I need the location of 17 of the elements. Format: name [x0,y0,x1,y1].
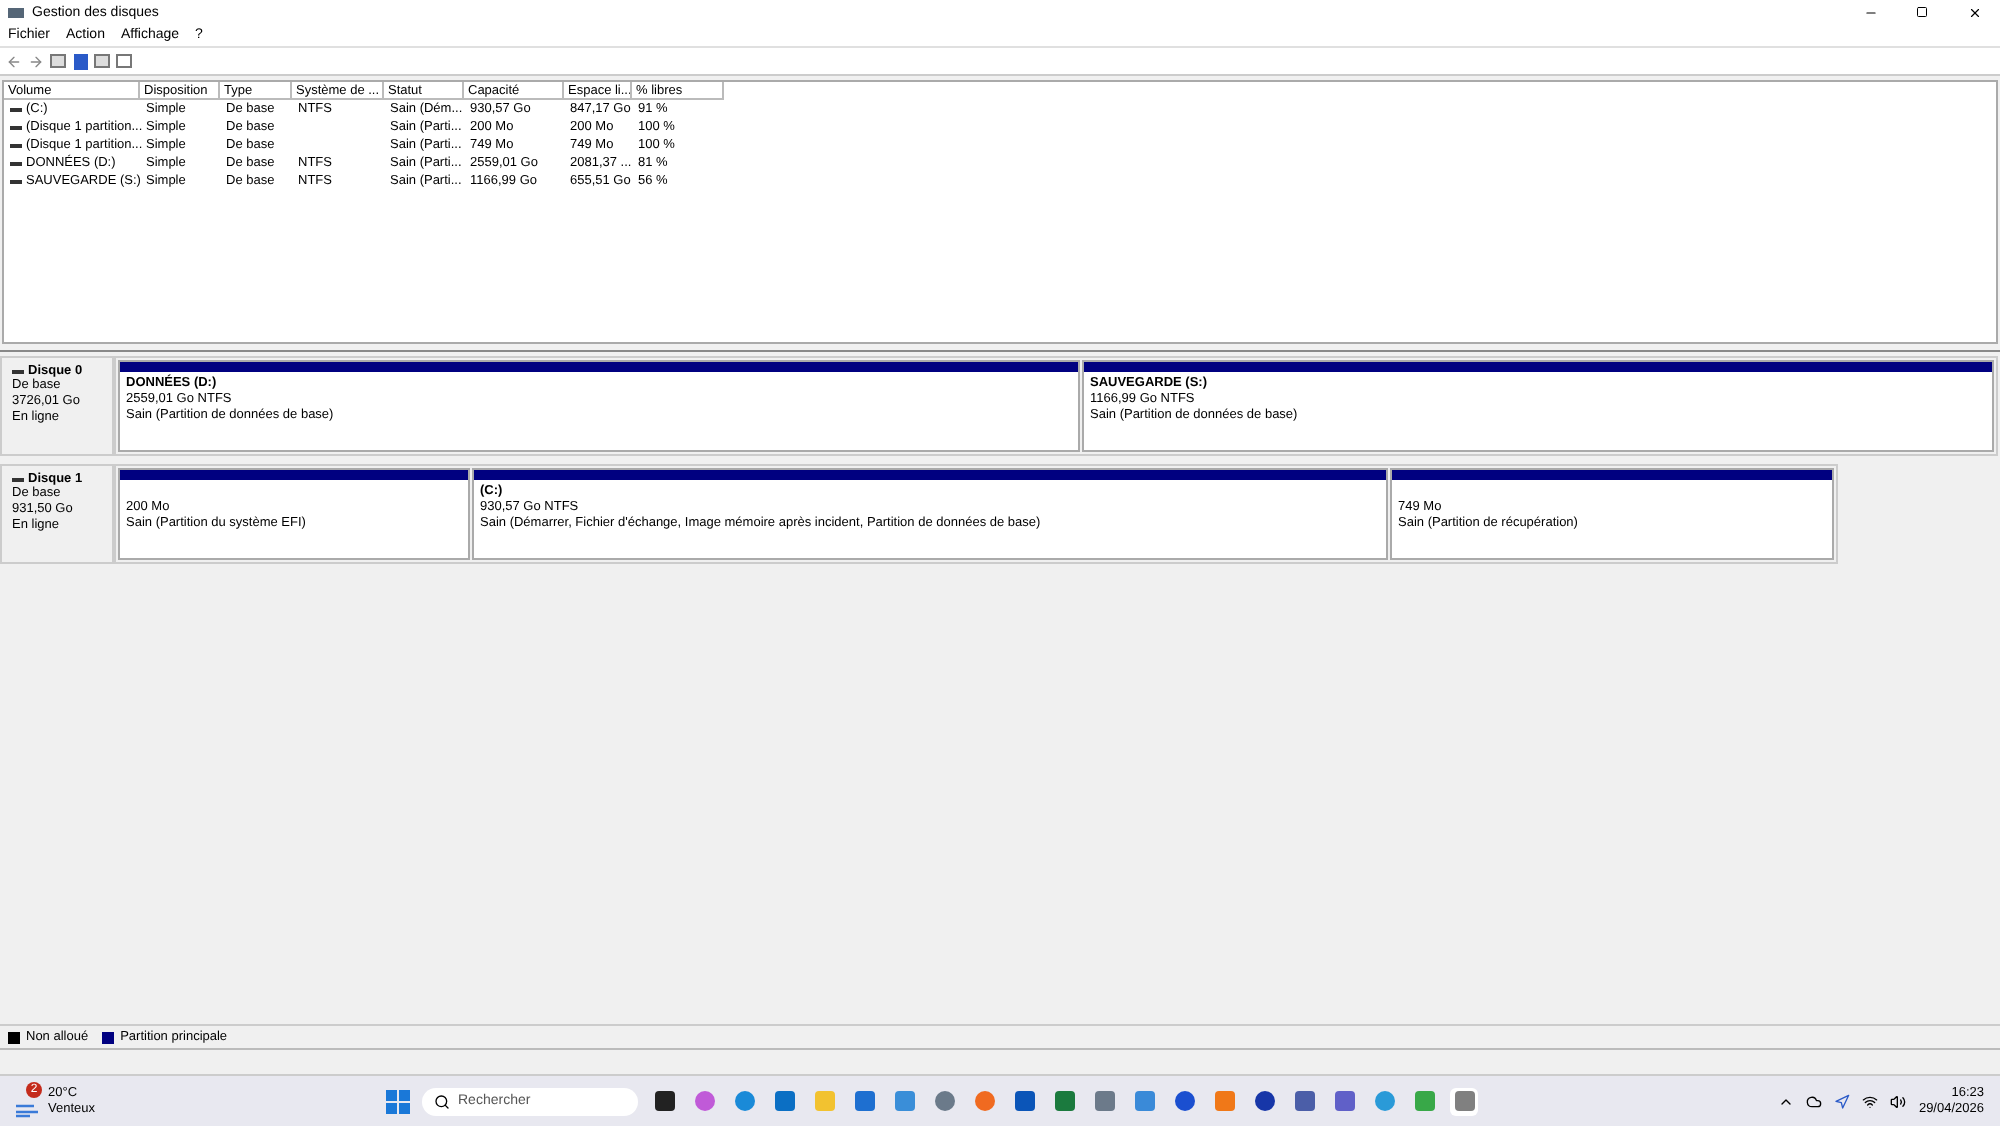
app-icon[interactable] [1173,1090,1195,1112]
start-icon[interactable] [386,1089,410,1113]
forward-icon[interactable] [28,53,44,69]
app-icon[interactable] [653,1090,675,1112]
wifi-icon[interactable] [1862,1093,1879,1109]
panel-icon[interactable] [50,53,66,69]
close-icon [1967,5,1981,19]
back-icon[interactable] [6,53,22,69]
volume-icon[interactable] [1890,1093,1907,1109]
search-icon [434,1093,450,1109]
wind-icon[interactable] [16,1101,40,1117]
panel-icon[interactable] [94,53,110,69]
app-icon[interactable] [1253,1090,1275,1112]
cloud-icon[interactable] [1806,1093,1823,1109]
app-icon[interactable] [1013,1090,1035,1112]
location-icon[interactable] [1834,1093,1851,1109]
maximize-icon [1916,6,1928,18]
